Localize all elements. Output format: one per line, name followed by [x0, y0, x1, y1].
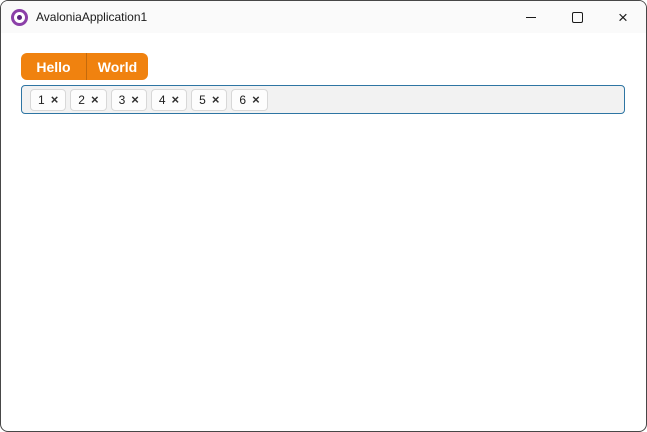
close-icon: ×: [618, 7, 628, 27]
app-window: AvaloniaApplication1 × Hello World 1 × 2: [0, 0, 647, 432]
maximize-icon: [571, 11, 583, 23]
tag-chip: 2 ×: [70, 88, 107, 111]
remove-tag-icon[interactable]: ×: [51, 93, 59, 106]
tag-chip: 5 ×: [191, 88, 228, 111]
tag-chip: 1 ×: [30, 88, 67, 111]
tag-chip-label: 3: [118, 92, 126, 107]
tag-chip-label: 2: [78, 92, 85, 107]
tag-chip: 3 ×: [110, 88, 147, 111]
remove-tag-icon[interactable]: ×: [212, 93, 220, 106]
titlebar: AvaloniaApplication1 ×: [1, 1, 646, 33]
world-button[interactable]: World: [86, 53, 148, 80]
tag-chip-label: 6: [239, 92, 247, 107]
tag-chip-label: 5: [199, 92, 206, 107]
tag-input-box[interactable]: 1 × 2 × 3 × 4 × 5 × 6 ×: [21, 85, 625, 114]
minimize-icon: [526, 16, 536, 18]
window-controls: ×: [508, 1, 646, 33]
button-row: Hello World: [21, 53, 646, 80]
maximize-button[interactable]: [554, 1, 600, 33]
avalonia-logo-icon: [11, 8, 28, 26]
window-content: Hello World 1 × 2 × 3 × 4 × 5 × 6 ×: [1, 53, 646, 114]
tag-chip-label: 4: [158, 92, 166, 107]
tag-chip-label: 1: [38, 92, 45, 107]
remove-tag-icon[interactable]: ×: [131, 93, 139, 106]
tag-chip: 4 ×: [150, 88, 188, 111]
remove-tag-icon[interactable]: ×: [252, 93, 260, 106]
window-title: AvaloniaApplication1: [36, 10, 148, 24]
minimize-button[interactable]: [508, 1, 554, 33]
remove-tag-icon[interactable]: ×: [91, 93, 99, 106]
remove-tag-icon[interactable]: ×: [172, 93, 180, 106]
hello-button[interactable]: Hello: [21, 53, 86, 80]
close-button[interactable]: ×: [600, 1, 646, 33]
tag-chip: 6 ×: [231, 88, 268, 111]
